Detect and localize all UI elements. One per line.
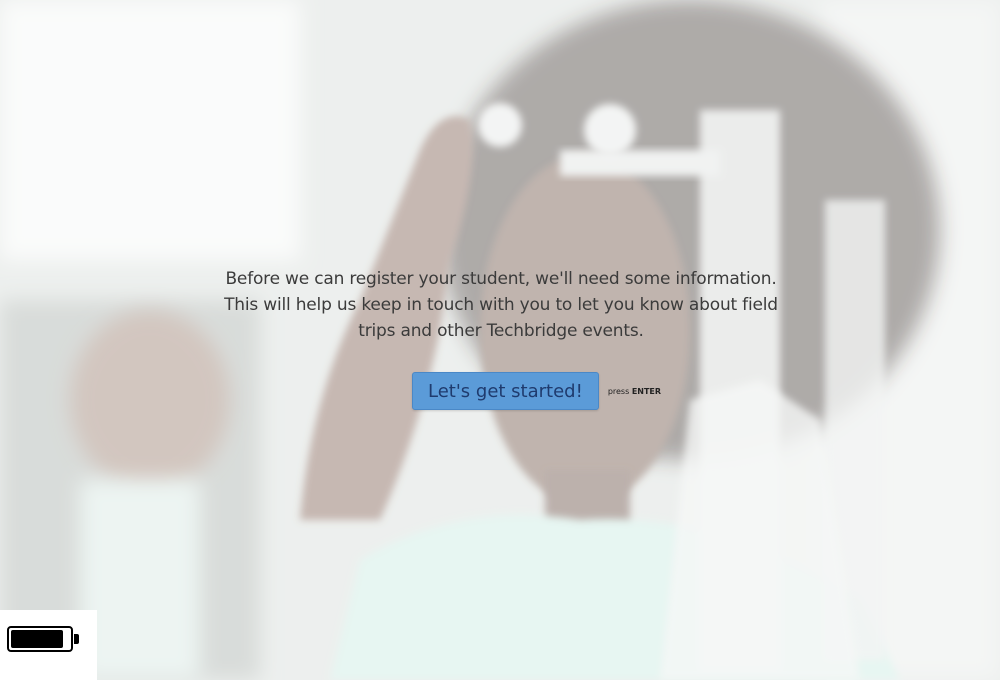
battery-panel xyxy=(0,610,97,680)
battery-icon xyxy=(7,626,73,652)
intro-message: Before we can register your student, we'… xyxy=(224,269,778,341)
press-enter-hint: press ENTER xyxy=(608,387,661,396)
cta-row: Let's get started! press ENTER xyxy=(412,372,661,410)
battery-tip xyxy=(74,634,79,644)
press-hint-prefix: press xyxy=(607,386,630,396)
battery-level-fill xyxy=(11,630,63,648)
enter-key-label: ENTER xyxy=(631,386,662,396)
intro-section: Before we can register your student, we'… xyxy=(210,266,792,344)
get-started-button[interactable]: Let's get started! xyxy=(412,372,599,410)
